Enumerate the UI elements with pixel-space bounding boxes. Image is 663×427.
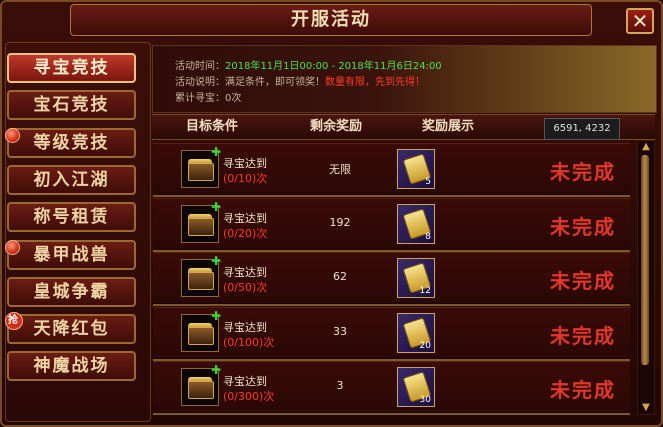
header-remaining-reward: 剩余奖励 bbox=[309, 119, 362, 134]
status-text: 未完成 bbox=[550, 378, 616, 402]
table-row: ✚ 寻宝达到 (0/50)次 62 12 未完成 bbox=[153, 252, 630, 306]
reward-item[interactable]: 30 bbox=[397, 367, 435, 407]
sidebar-item-4[interactable]: 称号租赁 bbox=[7, 202, 136, 233]
status-text: 未完成 bbox=[550, 214, 616, 239]
status-text: 未完成 bbox=[550, 323, 616, 348]
condition-progress: (0/50)次 bbox=[223, 281, 268, 294]
status-text: 未完成 bbox=[550, 269, 616, 293]
remaining-reward: 3 bbox=[336, 379, 344, 392]
reward-item[interactable]: 5 bbox=[397, 149, 435, 189]
treasure-chest-icon: ✚ bbox=[181, 199, 222, 243]
event-time: 活动时间：2018年11月1日00:00 - 2018年11月6日24:00 bbox=[175, 61, 442, 72]
sidebar-item-6[interactable]: 皇城争霸 bbox=[7, 276, 136, 307]
scroll-down-icon[interactable]: ▼ bbox=[638, 402, 654, 414]
sidebar-item-label: 寻宝竞技 bbox=[33, 58, 110, 78]
notification-dot-icon bbox=[5, 239, 20, 255]
table-row: ✚ 寻宝达到 (0/300)次 3 30 未完成 bbox=[153, 361, 630, 415]
sidebar-item-5[interactable]: 暴甲战兽 bbox=[5, 239, 136, 270]
sidebar-item-label: 神魔战场 bbox=[33, 356, 110, 377]
table-row: ✚ 寻宝达到 (0/20)次 192 8 未完成 bbox=[153, 197, 630, 252]
reward-count: 12 bbox=[419, 286, 431, 296]
reward-item[interactable]: 12 bbox=[397, 258, 435, 298]
sidebar-item-label: 皇城争霸 bbox=[33, 281, 110, 302]
reward-count: 5 bbox=[425, 177, 431, 187]
sidebar-item-label: 天降红包 bbox=[33, 319, 110, 340]
condition-title: 寻宝达到 bbox=[223, 375, 267, 388]
status-text: 未完成 bbox=[550, 160, 616, 184]
event-info-panel: 活动时间：2018年11月1日00:00 - 2018年11月6日24:00 活… bbox=[152, 45, 657, 113]
scrollbar[interactable]: ▲ ▼ bbox=[637, 140, 655, 415]
upgrade-plus-icon: ✚ bbox=[211, 254, 222, 268]
condition-progress: (0/10)次 bbox=[223, 172, 268, 185]
coordinate-readout: 6591, 4232 bbox=[544, 118, 620, 140]
sidebar-item-2[interactable]: 等级竞技 bbox=[5, 127, 136, 158]
remaining-reward: 62 bbox=[333, 270, 347, 283]
condition-progress: (0/100)次 bbox=[223, 335, 275, 349]
remaining-reward: 192 bbox=[329, 215, 351, 229]
grab-badge-icon: 抢 bbox=[5, 312, 23, 331]
sidebar-item-label: 等级竞技 bbox=[33, 132, 110, 153]
scroll-up-icon[interactable]: ▲ bbox=[638, 141, 654, 153]
reward-count: 30 bbox=[419, 395, 431, 405]
condition-progress: (0/300)次 bbox=[223, 390, 275, 403]
scroll-thumb[interactable] bbox=[641, 155, 649, 365]
condition-progress: (0/20)次 bbox=[223, 226, 268, 240]
sidebar-item-1[interactable]: 宝石竞技 bbox=[7, 90, 136, 121]
treasure-chest-icon: ✚ bbox=[181, 254, 222, 297]
condition-title: 寻宝达到 bbox=[223, 211, 267, 225]
sidebar-item-7[interactable]: 天降红包抢 bbox=[5, 312, 136, 345]
treasure-chest-icon: ✚ bbox=[181, 363, 222, 406]
table-row: ✚ 寻宝达到 (0/10)次 无限 5 未完成 bbox=[153, 143, 630, 197]
upgrade-plus-icon: ✚ bbox=[211, 308, 222, 323]
remaining-reward: 33 bbox=[333, 324, 347, 338]
event-description: 活动说明：满足条件，即可领奖！数量有限，先到先得！ bbox=[175, 77, 425, 88]
close-button[interactable]: ✕ bbox=[626, 8, 654, 34]
sidebar-item-label: 初入江湖 bbox=[33, 169, 110, 190]
treasure-chest-icon: ✚ bbox=[181, 308, 222, 352]
reward-item[interactable]: 8 bbox=[397, 203, 435, 244]
treasure-chest-icon: ✚ bbox=[181, 145, 222, 188]
reward-item[interactable]: 20 bbox=[397, 312, 435, 353]
reward-count: 8 bbox=[425, 231, 431, 242]
sidebar-item-label: 暴甲战兽 bbox=[33, 244, 110, 265]
window-title: 开服活动 bbox=[70, 4, 592, 36]
total-treasure-hunts: 累计寻宝：0次 bbox=[175, 93, 242, 104]
sidebar-item-0[interactable]: 寻宝竞技 bbox=[7, 53, 136, 83]
remaining-reward: 无限 bbox=[329, 163, 351, 176]
condition-title: 寻宝达到 bbox=[223, 320, 267, 334]
sidebar-item-8[interactable]: 神魔战场 bbox=[7, 351, 136, 382]
sidebar-item-label: 称号租赁 bbox=[33, 207, 110, 228]
header-reward-display: 奖励展示 bbox=[421, 119, 474, 134]
condition-title: 寻宝达到 bbox=[223, 157, 267, 170]
upgrade-plus-icon: ✚ bbox=[211, 363, 222, 377]
header-target-condition: 目标条件 bbox=[185, 119, 238, 134]
table-row: ✚ 寻宝达到 (0/100)次 33 20 未完成 bbox=[153, 306, 630, 361]
reward-count: 20 bbox=[419, 340, 431, 351]
sidebar-item-3[interactable]: 初入江湖 bbox=[7, 164, 136, 195]
upgrade-plus-icon: ✚ bbox=[211, 199, 222, 214]
sidebar-item-label: 宝石竞技 bbox=[33, 95, 110, 116]
notification-dot-icon bbox=[5, 127, 20, 143]
condition-title: 寻宝达到 bbox=[223, 266, 267, 279]
upgrade-plus-icon: ✚ bbox=[211, 145, 222, 159]
